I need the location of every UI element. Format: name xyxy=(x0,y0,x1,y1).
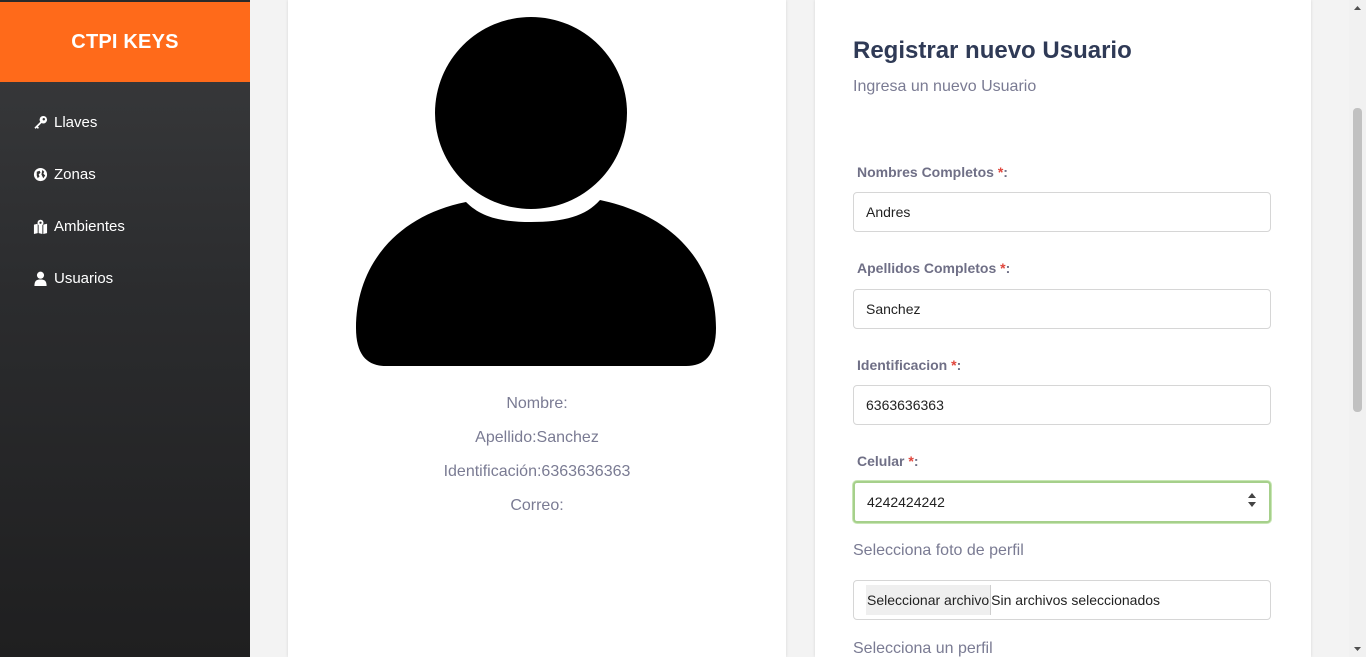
sidebar-item-usuarios[interactable]: Usuarios xyxy=(0,252,250,304)
map-marker-icon xyxy=(32,218,48,234)
required-mark: * xyxy=(908,453,914,469)
profile-select-label: Selecciona un perfil xyxy=(853,640,993,657)
file-status-text: Sin archivos seleccionados xyxy=(991,592,1161,608)
sidebar-item-label: Ambientes xyxy=(54,217,125,235)
nombres-input[interactable] xyxy=(853,192,1271,232)
globe-icon xyxy=(32,166,48,182)
register-form-card: Registrar nuevo Usuario Ingresa un nuevo… xyxy=(815,0,1311,657)
choose-file-button[interactable]: Seleccionar archivo xyxy=(866,585,992,615)
profile-preview-card: Nombre: Apellido:Sanchez Identificación:… xyxy=(288,0,786,657)
apellidos-input[interactable] xyxy=(853,289,1271,329)
key-icon xyxy=(32,114,48,130)
profile-identificacion: Identificación:6363636363 xyxy=(443,463,631,480)
form-title: Registrar nuevo Usuario xyxy=(853,37,1132,64)
form-subtitle: Ingresa un nuevo Usuario xyxy=(853,78,1037,95)
required-mark: * xyxy=(997,164,1004,180)
identificacion-label: Identificacion *: xyxy=(857,357,962,373)
celular-label-text: Celular xyxy=(857,453,909,469)
scroll-up-icon[interactable] xyxy=(1353,4,1362,13)
nombres-label-text: Nombres Completos xyxy=(857,164,998,180)
sidebar-item-ambientes[interactable]: Ambientes xyxy=(0,200,250,252)
nombres-label: Nombres Completos *: xyxy=(857,164,1008,180)
sidebar-item-llaves[interactable]: Llaves xyxy=(0,96,250,148)
avatar-icon xyxy=(356,17,716,366)
user-icon xyxy=(32,270,48,286)
sidebar-nav: Llaves Zonas Ambientes Usuarios xyxy=(0,96,250,304)
required-mark: * xyxy=(951,357,957,373)
sidebar: CTPI KEYS Llaves Zonas Ambientes Usuario… xyxy=(0,0,250,657)
brand-title: CTPI KEYS xyxy=(71,30,179,53)
celular-field-wrapper xyxy=(853,481,1271,523)
sidebar-item-label: Usuarios xyxy=(54,269,114,287)
profile-correo: Correo: xyxy=(510,497,564,514)
profile-apellido: Apellido:Sanchez xyxy=(475,429,599,446)
page-scrollbar[interactable] xyxy=(1349,0,1366,657)
sidebar-item-label: Llaves xyxy=(54,113,98,131)
photo-file-input[interactable]: Seleccionar archivo Sin archivos selecci… xyxy=(853,580,1271,620)
scroll-down-icon[interactable] xyxy=(1353,644,1362,653)
brand-header[interactable]: CTPI KEYS xyxy=(0,2,250,82)
identificacion-input[interactable] xyxy=(853,385,1271,425)
apellidos-label: Apellidos Completos *: xyxy=(857,260,1011,276)
profile-nombre: Nombre: xyxy=(506,395,568,412)
scroll-thumb[interactable] xyxy=(1353,108,1362,412)
required-mark: * xyxy=(1000,260,1006,276)
number-spinner-icon[interactable] xyxy=(1247,492,1257,508)
sidebar-item-zonas[interactable]: Zonas xyxy=(0,148,250,200)
photo-label: Selecciona foto de perfil xyxy=(853,542,1024,559)
apellidos-label-text: Apellidos Completos xyxy=(857,260,1001,276)
identificacion-label-text: Identificacion xyxy=(857,357,952,373)
celular-label: Celular *: xyxy=(857,453,919,469)
celular-input[interactable] xyxy=(853,481,1271,523)
sidebar-item-label: Zonas xyxy=(54,165,96,183)
